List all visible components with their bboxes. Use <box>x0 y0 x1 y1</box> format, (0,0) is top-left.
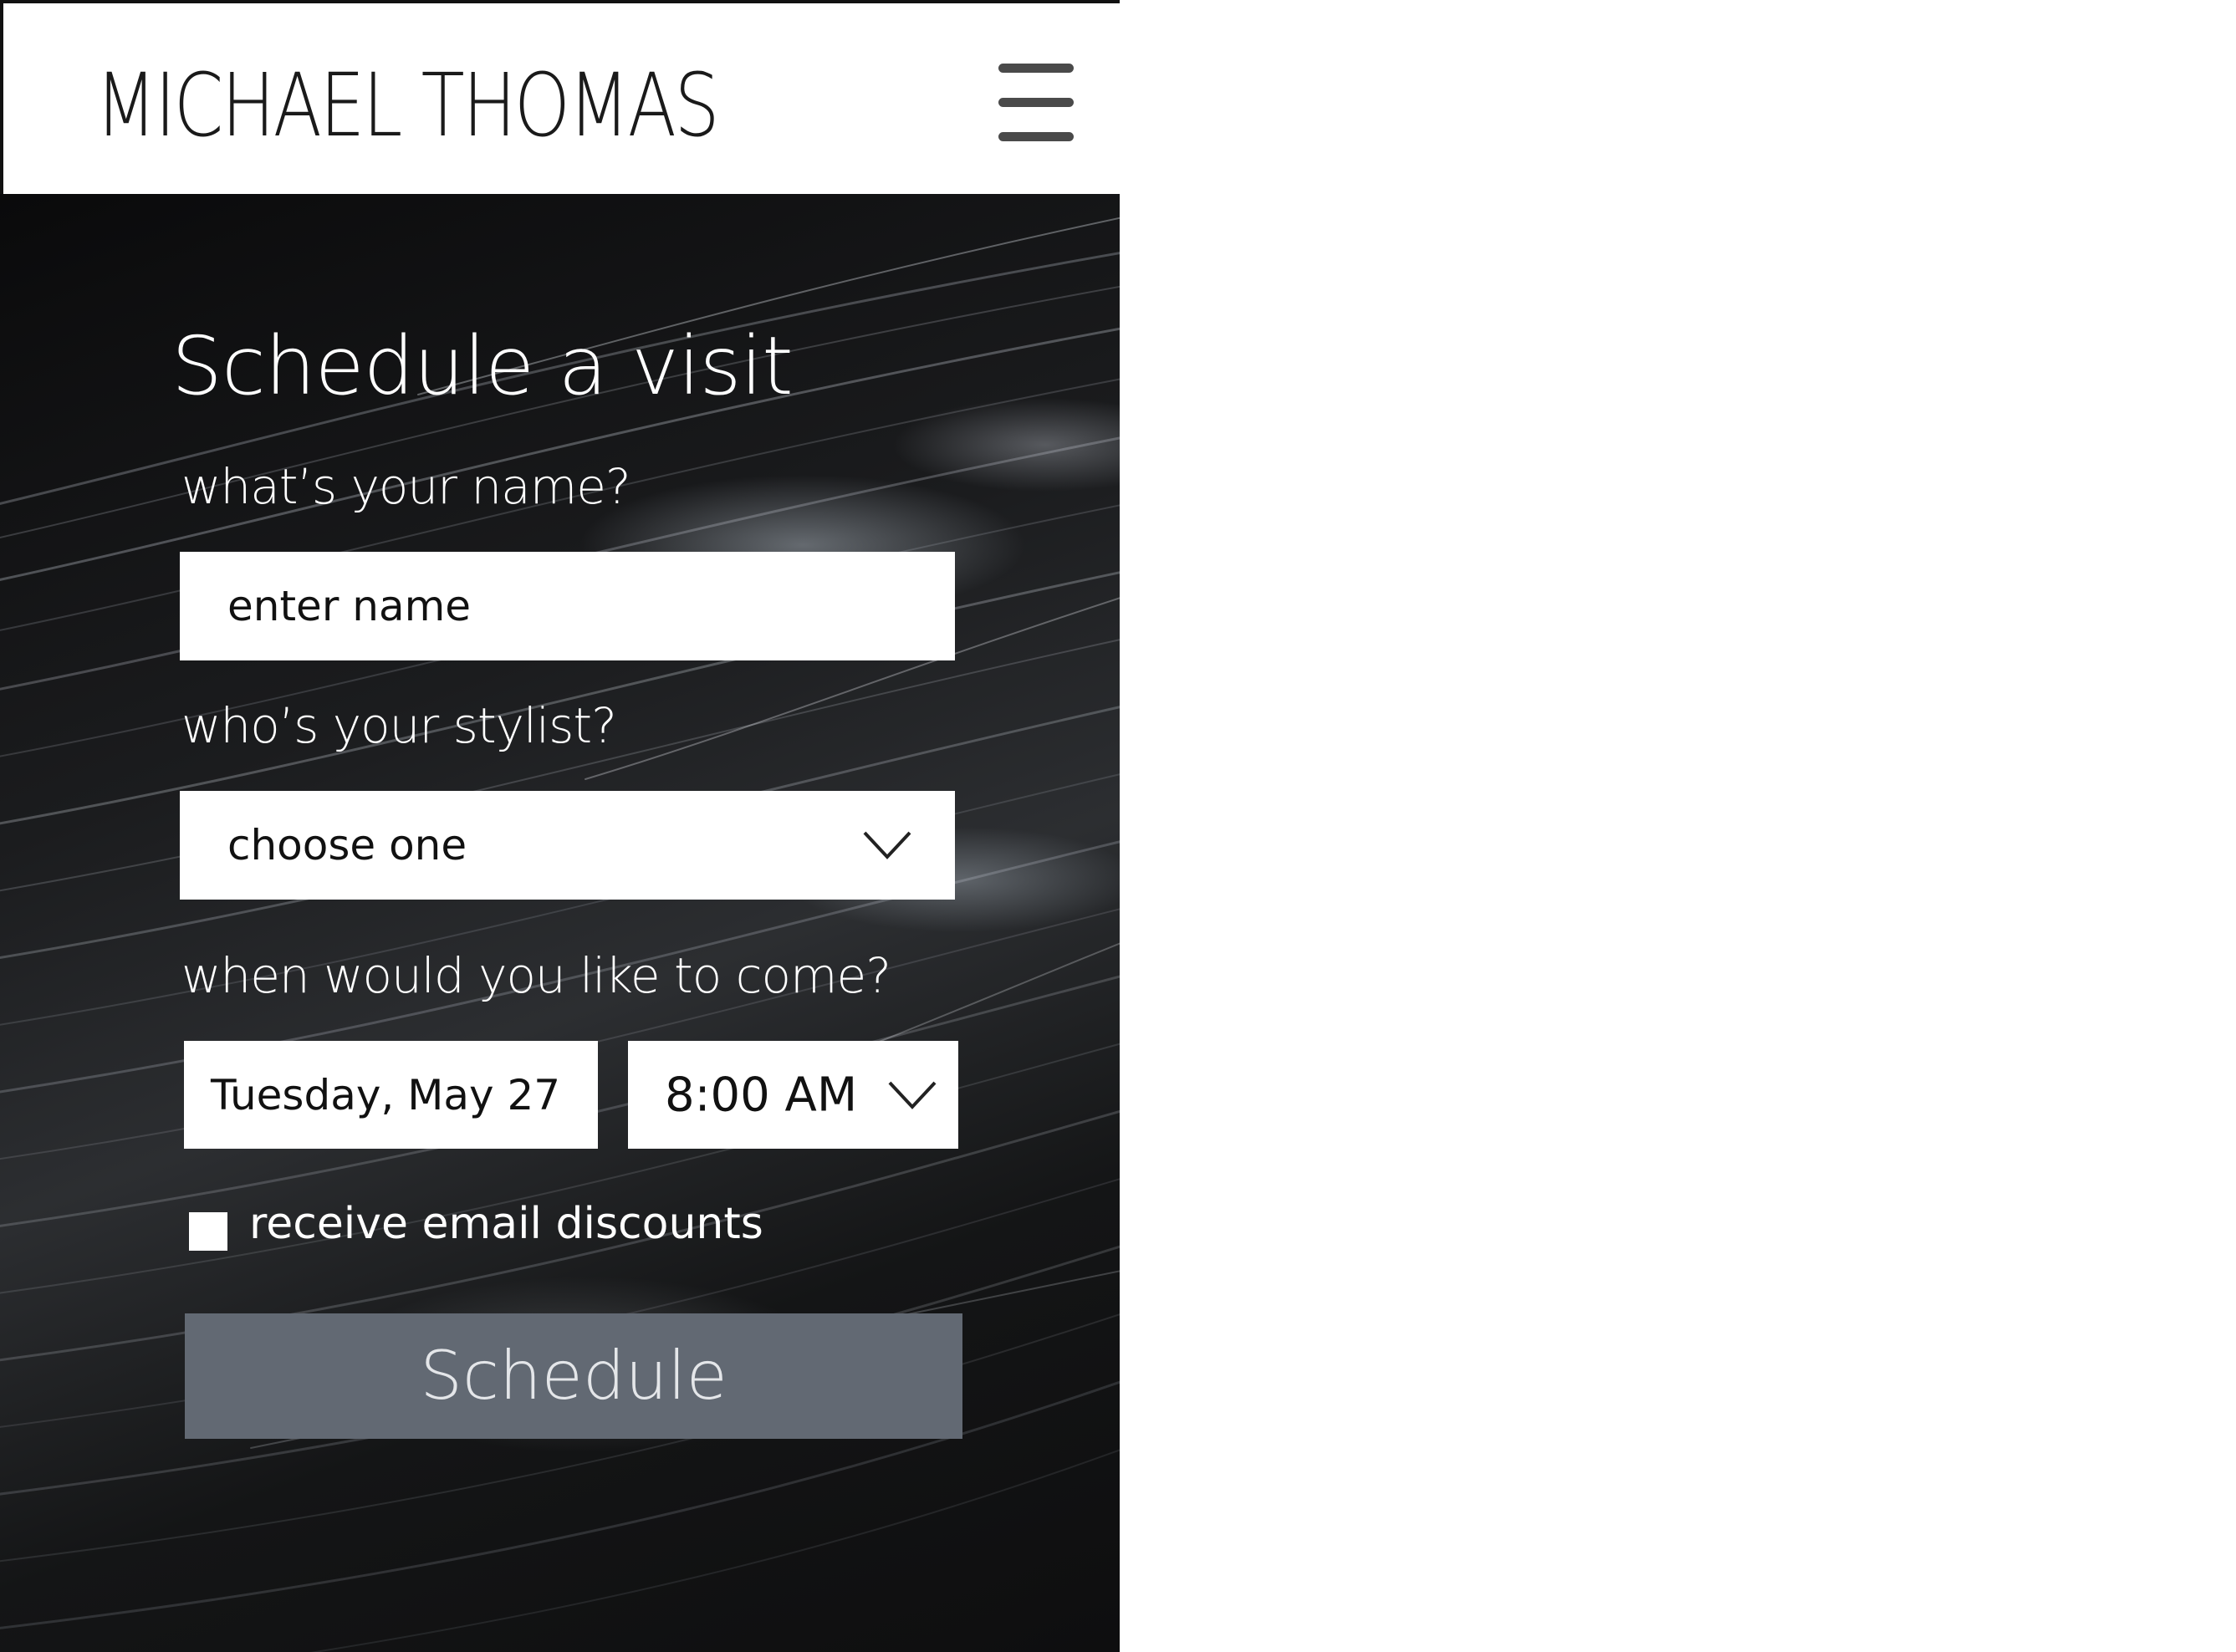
time-value: 8:00 AM <box>665 1068 858 1122</box>
email-discounts-label[interactable]: receive email discounts <box>249 1199 763 1249</box>
schedule-button[interactable]: Schedule <box>185 1313 962 1439</box>
logo-text: MICHAEL THOMAS <box>95 54 720 156</box>
when-label: when would you like to come? <box>181 947 891 1004</box>
date-value: Tuesday, May 27 <box>211 1070 561 1119</box>
stylist-select[interactable]: choose one <box>180 791 955 900</box>
hair-background: Schedule a visit what’s your name? enter… <box>0 194 1120 1652</box>
menu-bar-middle <box>998 98 1074 107</box>
app-screen: MICHAEL THOMAS Schedule a visit what’s y… <box>0 0 1120 1652</box>
name-input-placeholder: enter name <box>227 582 472 630</box>
time-select[interactable]: 8:00 AM <box>628 1041 958 1149</box>
date-picker[interactable]: Tuesday, May 27 <box>184 1041 598 1149</box>
site-header: MICHAEL THOMAS <box>0 0 1120 194</box>
logo[interactable]: MICHAEL THOMAS <box>95 62 720 150</box>
email-discounts-checkbox[interactable] <box>189 1212 227 1251</box>
hamburger-menu-icon[interactable] <box>992 60 1074 147</box>
name-input[interactable]: enter name <box>180 552 955 660</box>
page-title: Schedule a visit <box>171 319 794 413</box>
chevron-down-icon <box>888 1081 937 1109</box>
name-label: what’s your name? <box>181 458 631 515</box>
menu-bar-top <box>998 64 1074 73</box>
menu-bar-bottom <box>998 132 1074 141</box>
chevron-down-icon <box>863 831 911 859</box>
stylist-label: who’s your stylist? <box>181 697 617 754</box>
stylist-select-value: choose one <box>227 821 467 869</box>
